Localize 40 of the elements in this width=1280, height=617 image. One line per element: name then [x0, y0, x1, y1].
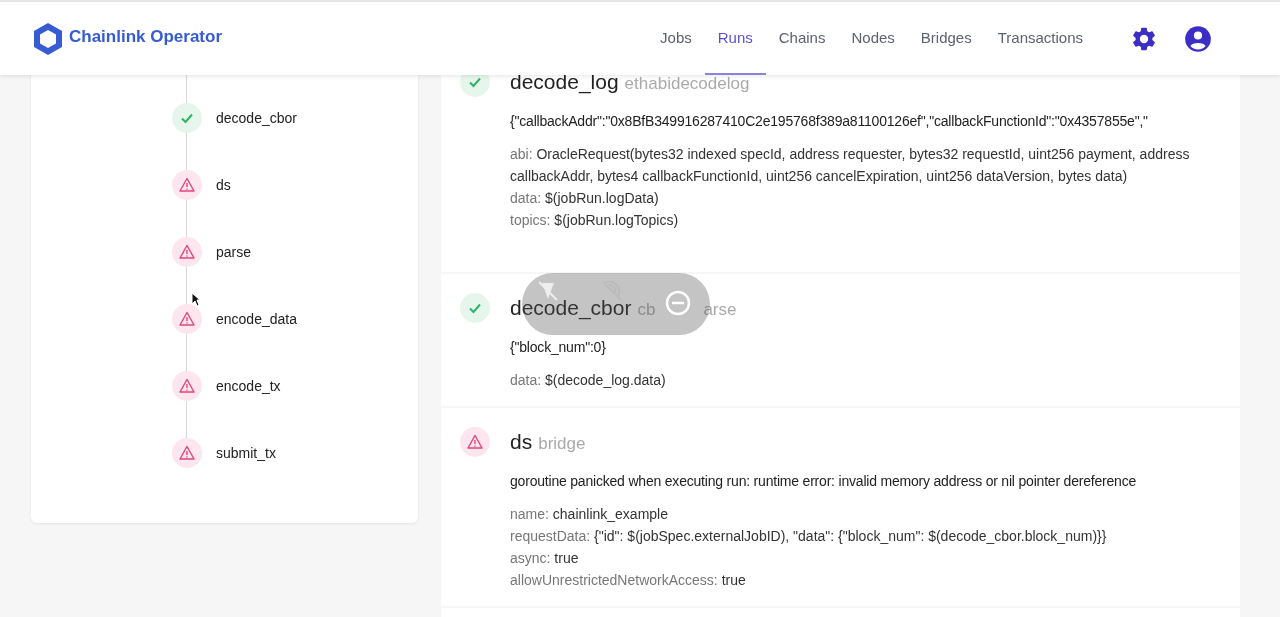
- error-warning-icon: [172, 438, 202, 468]
- task-run-name: decode_log: [510, 69, 619, 96]
- param-line: allowUnrestrictedNetworkAccess: true: [510, 570, 747, 590]
- nav-tab[interactable]: Chains: [765, 2, 839, 75]
- error-warning-icon: [172, 371, 202, 401]
- param-line: requestData: {"id": $(jobSpec.externalJobID), "data": {"block_num": $(decode_cbor.block_num)}}: [510, 526, 1108, 546]
- nav-tab[interactable]: Bridges: [907, 2, 985, 75]
- hexagon-logo-icon: [33, 21, 63, 56]
- nav-tab[interactable]: Jobs: [647, 2, 705, 75]
- task-run-output: {"callbackAddr":"0x8BfB349916287410C2e195768f389a81100126ef","callbackFunctionId":"0x4357855e",": [510, 111, 1149, 131]
- task-run-name: decode_cbor: [510, 295, 632, 322]
- task-run-type: bridge: [538, 433, 586, 455]
- param-line: name: chainlink_example: [510, 504, 669, 524]
- success-check-icon: [172, 103, 202, 133]
- task-run-output: {"block_num":0}: [510, 337, 607, 357]
- error-warning-icon: [172, 237, 202, 267]
- param-line: abi: OracleRequest(bytes32 indexed specId, address requester, bytes32 requestId, uint256 payment, address callbackAddr, bytes4 callbackFunctionId, uint256 cancelExpiration, uint256 dataVersion, bytes data): [510, 144, 1191, 186]
- nav-tab[interactable]: Nodes: [838, 2, 908, 75]
- error-warning-icon: [460, 427, 490, 457]
- task-node-label[interactable]: submit_tx: [216, 442, 276, 464]
- task-node-label[interactable]: decode_cbor: [216, 107, 297, 129]
- param-line: data: $(jobRun.logData): [510, 188, 660, 208]
- param-line: topics: $(jobRun.logTopics): [510, 210, 680, 230]
- nav-tab[interactable]: Transactions: [984, 2, 1096, 75]
- error-warning-icon: [172, 304, 202, 334]
- user-avatar-icon[interactable]: [1184, 24, 1212, 53]
- task-run-name: ds: [510, 429, 533, 455]
- brand-link[interactable]: Chainlink Operator: [69, 23, 223, 50]
- error-warning-icon: [172, 170, 202, 200]
- param-line: async: true: [510, 548, 580, 568]
- task-run-output: goroutine panicked when executing run: runtime error: invalid memory address or nil pointer dereference: [510, 471, 1138, 491]
- task-node-label[interactable]: ds: [216, 174, 231, 196]
- success-check-icon: [460, 293, 490, 323]
- task-run-type: cb: [637, 299, 656, 321]
- task-node-label[interactable]: parse: [216, 241, 252, 263]
- mouse-cursor-icon: [191, 292, 201, 307]
- task-run-type: ethabidecodelog: [624, 73, 750, 95]
- task-node-label[interactable]: encode_tx: [216, 375, 281, 397]
- task-node-label[interactable]: encode_data: [216, 308, 297, 330]
- param-line: data: $(decode_log.data): [510, 370, 667, 390]
